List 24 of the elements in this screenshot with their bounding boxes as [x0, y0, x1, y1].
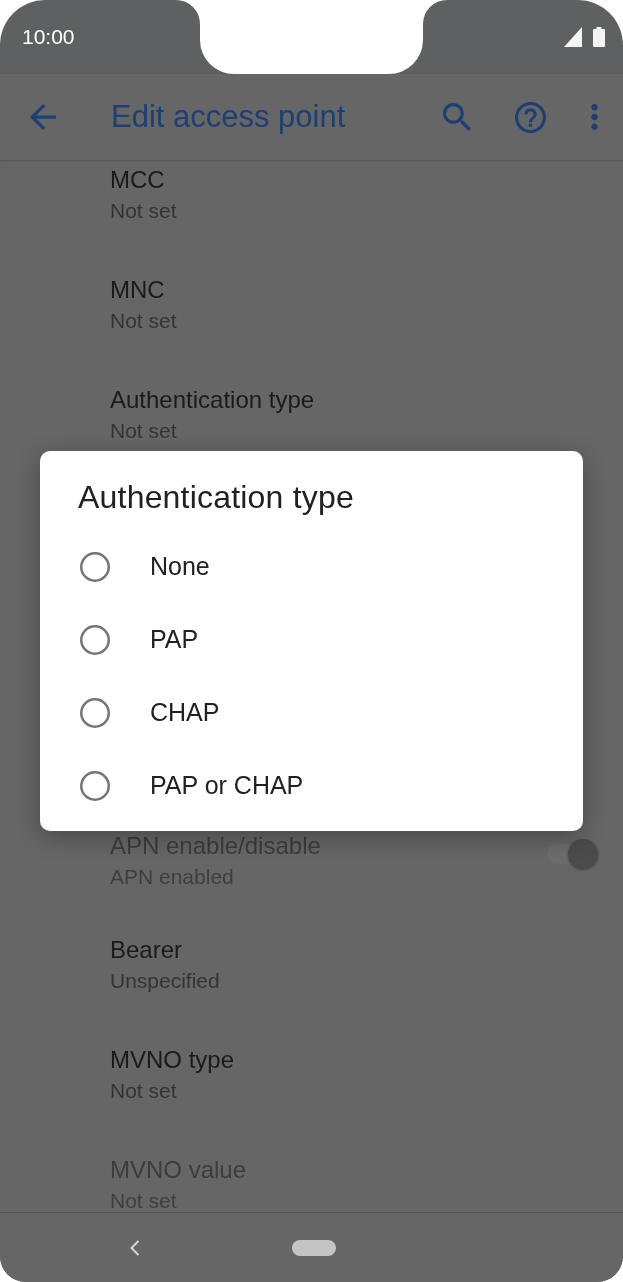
- home-button[interactable]: [292, 1239, 336, 1256]
- setting-title: Authentication type: [110, 386, 315, 414]
- setting-title: Bearer: [110, 936, 183, 964]
- radio-option[interactable]: PAP or CHAP: [40, 749, 583, 822]
- radio-option[interactable]: None: [40, 530, 583, 603]
- dialog-title: Authentication type: [78, 478, 354, 517]
- radio-button[interactable]: [80, 697, 110, 728]
- radio-option[interactable]: CHAP: [40, 676, 583, 749]
- more-options-icon[interactable]: [591, 104, 598, 130]
- setting-title: MCC: [110, 166, 165, 194]
- setting-title: MVNO type: [110, 1046, 235, 1074]
- radio-button[interactable]: [80, 624, 110, 655]
- back-chevron-icon[interactable]: [130, 1239, 140, 1256]
- battery-icon: [593, 27, 605, 47]
- app-bar-title: Edit access point: [111, 98, 346, 136]
- radio-button[interactable]: [80, 770, 110, 801]
- radio-button[interactable]: [80, 551, 110, 582]
- setting-title: MNC: [110, 276, 165, 304]
- back-arrow-icon[interactable]: [30, 104, 56, 130]
- signal-icon: [564, 27, 582, 47]
- status-time: 10:00: [22, 25, 75, 49]
- search-icon[interactable]: [443, 103, 471, 131]
- radio-option[interactable]: PAP: [40, 603, 583, 676]
- help-icon[interactable]: [515, 101, 546, 133]
